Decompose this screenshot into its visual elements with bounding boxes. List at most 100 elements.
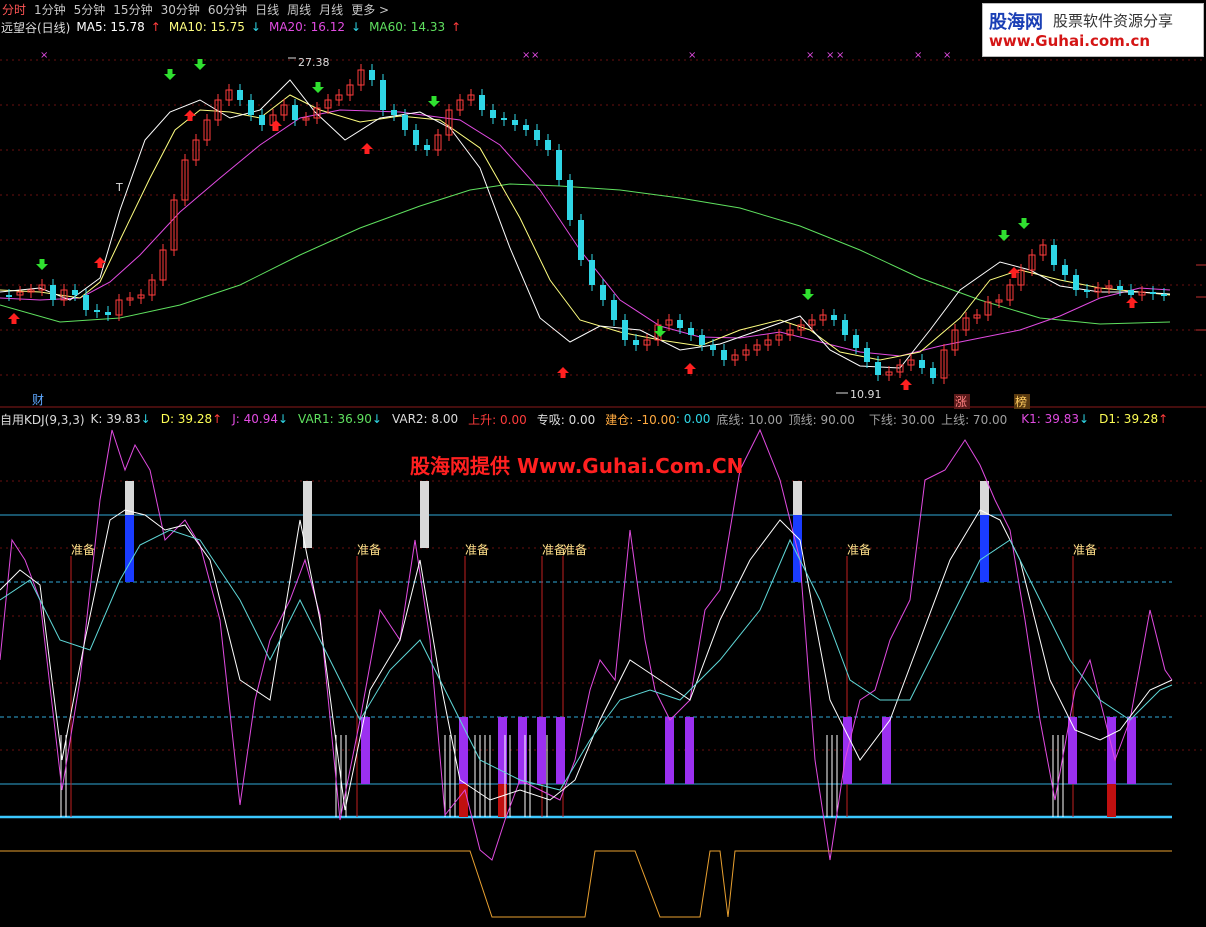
candle-body [237, 90, 243, 100]
candle-body [688, 328, 694, 335]
candle-body [853, 335, 859, 348]
candle-body [369, 70, 375, 80]
buy-arrow-icon [684, 363, 696, 374]
candle-body [83, 295, 89, 310]
candle-body [292, 105, 298, 120]
candle-body [567, 180, 573, 220]
watermark-text: 股海网提供 Www.Guhai.Com.CN [410, 454, 744, 478]
svg-text:×: × [914, 50, 922, 61]
candle-body [6, 295, 12, 297]
candle-body [1128, 290, 1134, 295]
histogram-bar [303, 481, 312, 548]
kdj-histogram [60, 481, 1136, 817]
candle-body [413, 130, 419, 145]
svg-text:×: × [826, 50, 834, 61]
candle-body [831, 315, 837, 320]
sub-grid [0, 480, 1206, 751]
var1-arrow-icon: ↓ [371, 412, 382, 426]
candlestick-series [6, 64, 1167, 384]
finance-marker[interactable]: 财 [32, 393, 44, 407]
bottom-line-value: 底线: 10.00 [716, 412, 783, 427]
top-line-value: 顶线: 90.00 [788, 412, 855, 427]
sell-arrow-icon [194, 59, 206, 70]
prepare-label: 准备 [357, 543, 381, 557]
candle-body [556, 150, 562, 180]
t-marker: T [115, 181, 123, 194]
histogram-bar [556, 717, 565, 784]
prepare-markers: 准备 准备 准备 准备准备 准备 准备 [70, 543, 1097, 817]
candle-body [677, 320, 683, 328]
candle-body [875, 362, 881, 375]
d-value: D: 39.28 [160, 412, 213, 426]
ma20-line [0, 109, 1171, 357]
buy-arrow-icon [1126, 297, 1138, 308]
jc-line [0, 850, 1172, 918]
histogram-bar [537, 717, 546, 784]
histogram-bar [793, 481, 802, 515]
histogram-bar [459, 784, 468, 817]
histogram-bar [1107, 717, 1116, 784]
candle-body [490, 110, 496, 118]
ma5-line [0, 79, 1171, 369]
candle-body [523, 125, 529, 130]
svg-text:×: × [836, 50, 844, 61]
ma10-line [0, 94, 1171, 361]
sell-arrow-icon [802, 289, 814, 300]
buy-arrow-icon [270, 120, 282, 131]
candle-body [1051, 245, 1057, 265]
prepare-label: 准备 [847, 543, 871, 557]
kdj-indicator-bar: 自用KDJ(9,3,3) K: 39.83 ↓ D: 39.28 ↑ J: 40.9… [0, 410, 1168, 428]
d1-arrow-icon: ↑ [1158, 412, 1169, 426]
candle-body [842, 320, 848, 335]
histogram-bar [980, 481, 989, 515]
candle-body [259, 115, 265, 125]
candle-body [512, 120, 518, 125]
ma60-line [0, 183, 1171, 325]
zhang-marker[interactable]: 涨 [955, 394, 967, 409]
buy-arrow-icon [184, 110, 196, 121]
histogram-bar [1068, 717, 1077, 784]
dot-value: : 0.00 [675, 412, 711, 426]
candle-body [479, 95, 485, 110]
candle-body [501, 118, 507, 120]
candle-body [1084, 290, 1090, 292]
candle-body [864, 348, 870, 362]
histogram-bar [882, 717, 891, 784]
prepare-label: 准备 [1073, 543, 1097, 557]
histogram-bar [685, 717, 694, 784]
d1-value: D1: 39.28 [1099, 412, 1159, 426]
var2-value: VAR2: 8.00 [391, 412, 459, 426]
candle-body [380, 80, 386, 110]
candle-body [424, 145, 430, 150]
bang-marker[interactable]: 榜 [1015, 394, 1027, 409]
low-price-label: 10.91 [850, 388, 882, 401]
j-value: J: 40.94 [232, 412, 278, 426]
candle-body [534, 130, 540, 140]
candle-body [930, 368, 936, 378]
j-arrow-icon: ↓ [277, 412, 289, 426]
k1-arrow-icon: ↓ [1079, 412, 1090, 426]
jc-value: 建仓: -10.00 [605, 412, 676, 427]
up-value: 上升: 0.00 [468, 412, 527, 427]
candle-body [633, 340, 639, 345]
buy-arrow-icon [557, 367, 569, 378]
candle-body [402, 115, 408, 130]
candle-body [611, 300, 617, 320]
histogram-bar [498, 717, 507, 784]
sell-arrow-icon [36, 259, 48, 270]
candle-body [622, 320, 628, 340]
sell-arrow-icon [312, 82, 324, 93]
candle-body [248, 100, 254, 115]
candle-body [919, 360, 925, 368]
svg-text:×: × [522, 50, 530, 61]
candle-body [721, 350, 727, 360]
candle-body [1117, 286, 1123, 290]
histogram-bar [498, 784, 507, 817]
histogram-bar [518, 717, 527, 784]
k-arrow-icon: ↓ [140, 412, 151, 426]
candle-body [589, 260, 595, 285]
candle-body [545, 140, 551, 150]
lower-line-value: 下线: 30.00 [868, 412, 936, 427]
d-line [0, 529, 1173, 791]
sell-arrow-icon [164, 69, 176, 80]
